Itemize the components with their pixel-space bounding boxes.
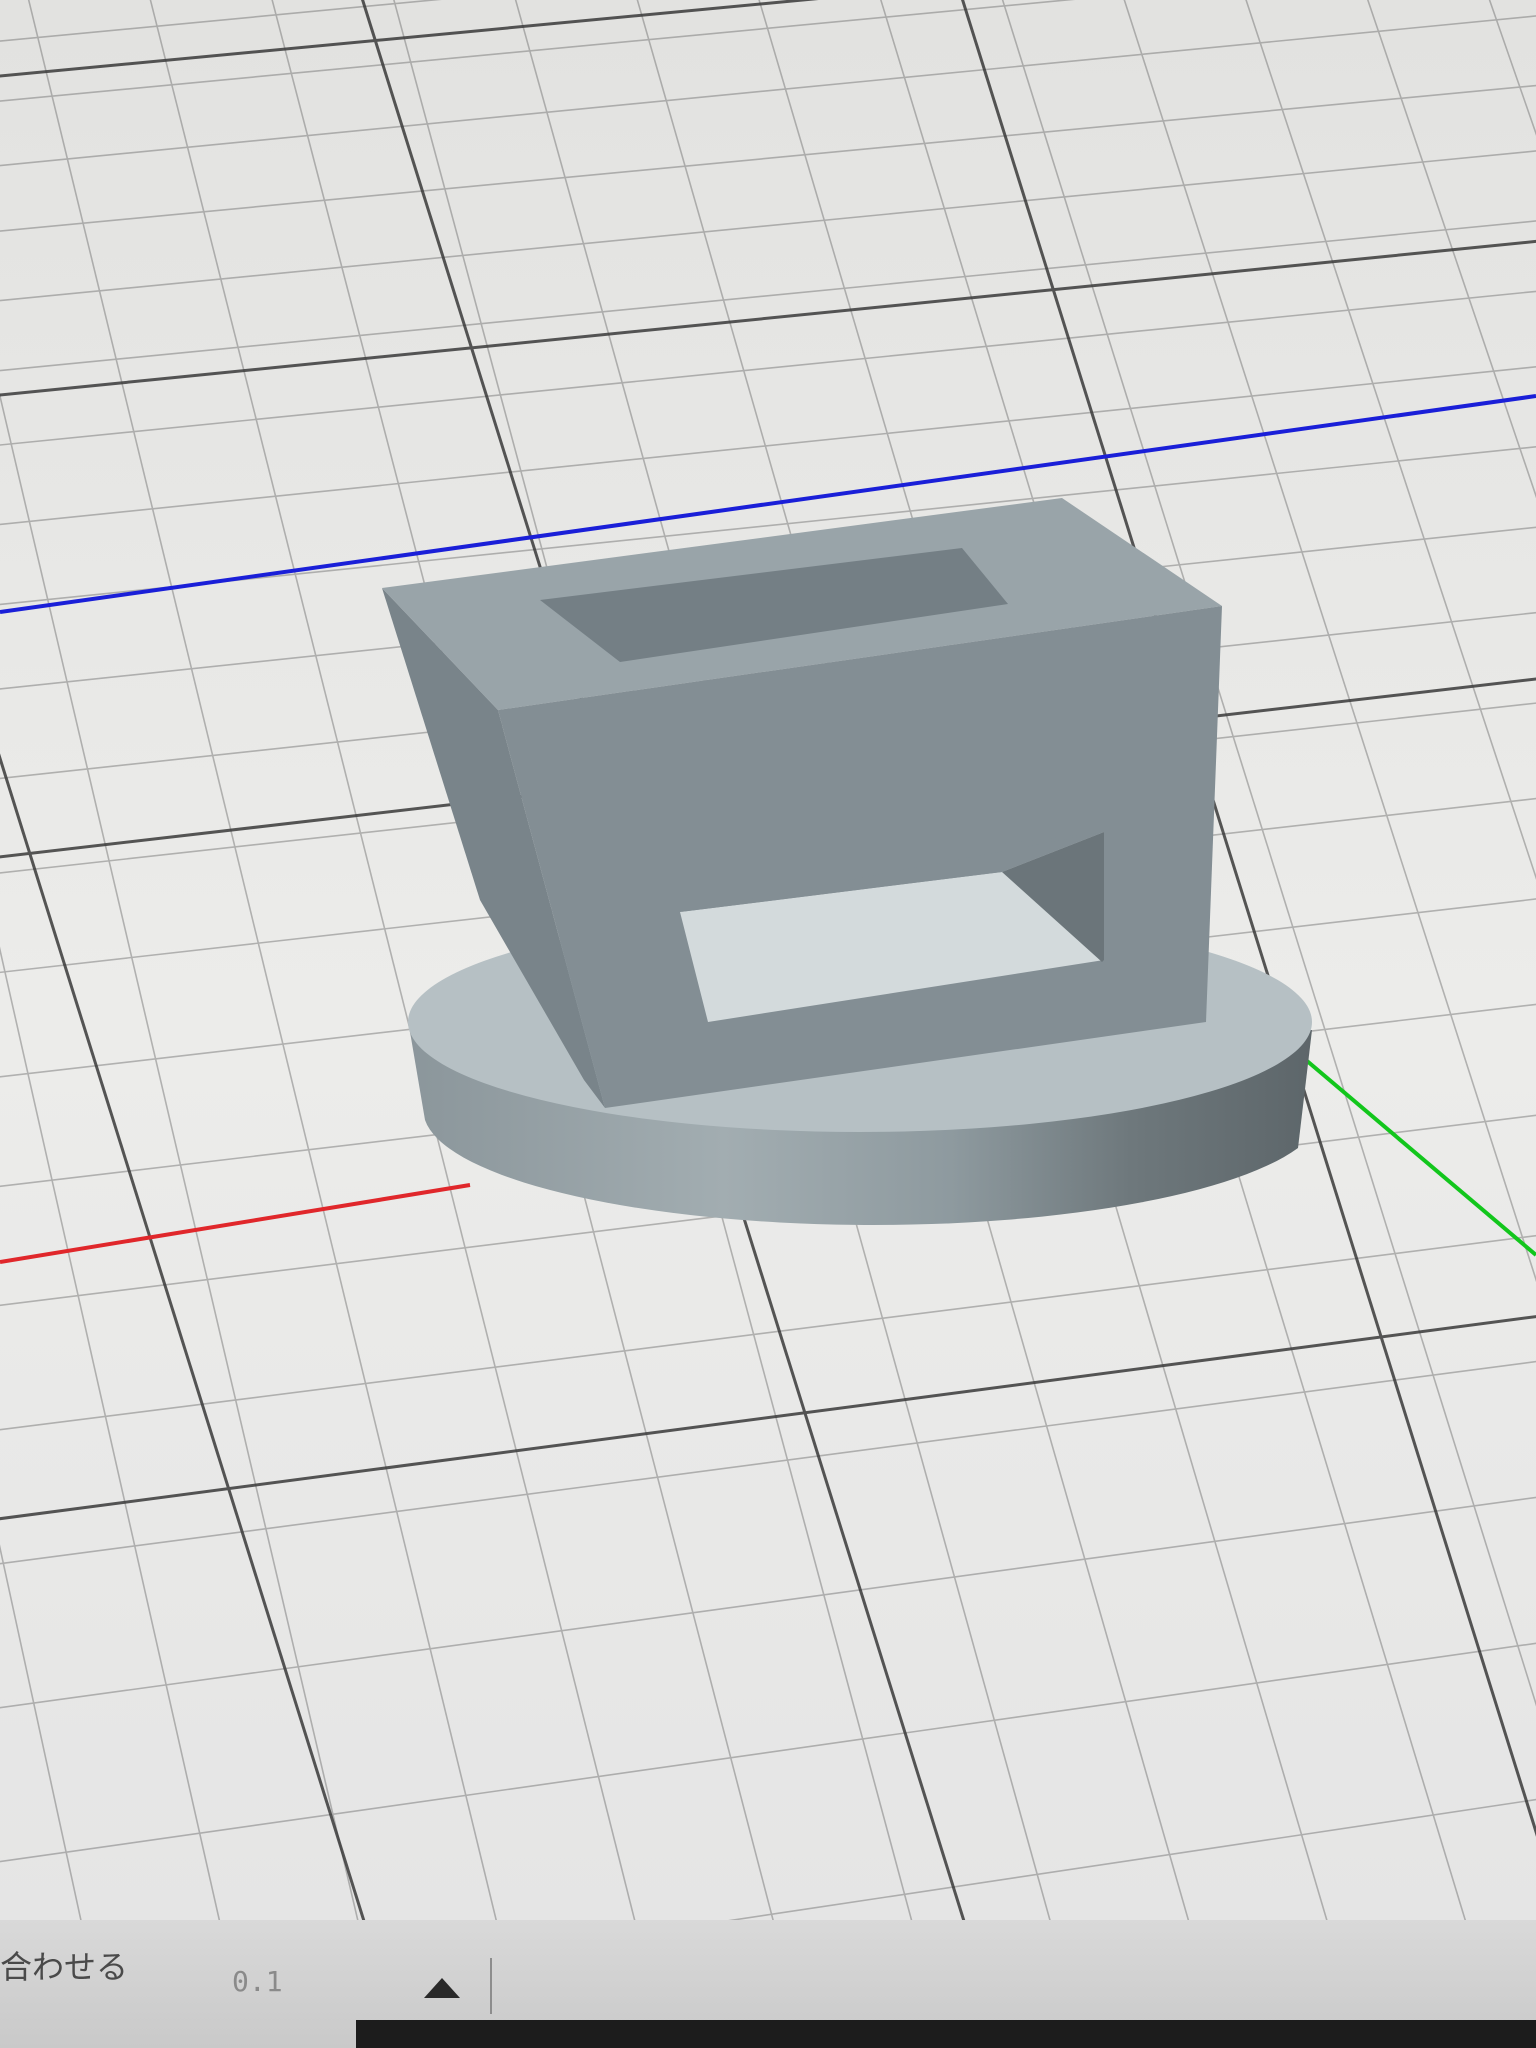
3d-viewport[interactable] bbox=[0, 0, 1536, 2048]
snap-label: 合わせる bbox=[0, 1948, 129, 1986]
status-strip bbox=[356, 2020, 1536, 2048]
model-object[interactable] bbox=[382, 498, 1312, 1225]
triangle-up-icon[interactable] bbox=[420, 1970, 464, 2004]
snap-value-input[interactable] bbox=[230, 1958, 424, 2004]
toolbar-divider bbox=[490, 1958, 492, 2014]
